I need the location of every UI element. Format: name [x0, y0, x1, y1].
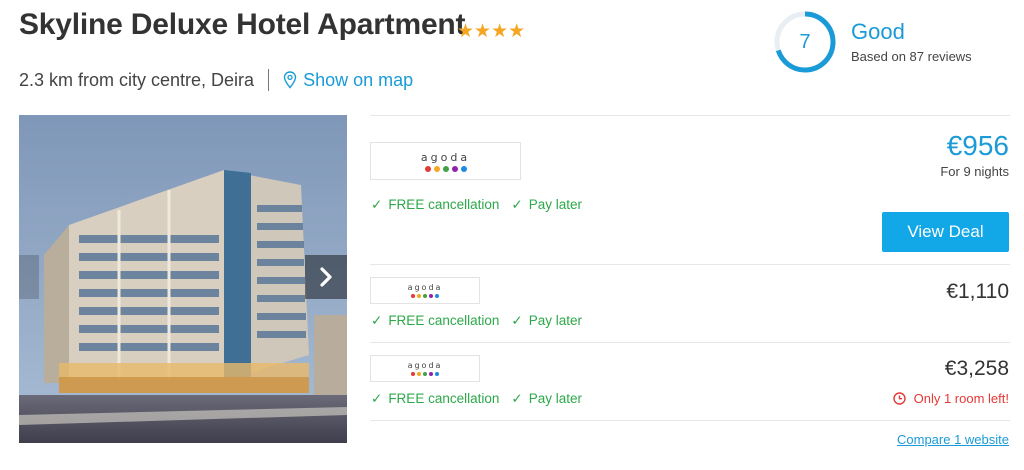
deal-price-main[interactable]: €956 — [947, 130, 1009, 162]
deal-features: ✓ FREE cancellation ✓ Pay later — [371, 391, 582, 407]
photo-next-button[interactable] — [305, 255, 347, 299]
deal-features: ✓ FREE cancellation ✓ Pay later — [371, 197, 582, 213]
chevron-right-icon — [320, 267, 332, 287]
availability-warning-text: Only 1 room left! — [913, 391, 1009, 406]
deal-price[interactable]: €3,258 — [945, 357, 1009, 381]
check-icon: ✓ — [511, 391, 523, 406]
provider-dots — [410, 294, 440, 298]
provider-logo-agoda[interactable]: agoda — [370, 142, 521, 180]
clock-icon — [892, 392, 906, 405]
dot — [423, 294, 427, 298]
feature-pay-later: Pay later — [528, 313, 582, 328]
dot — [411, 294, 415, 298]
hotel-meta: 2.3 km from city centre, Deira Show on m… — [19, 69, 413, 91]
provider-dots — [423, 165, 468, 172]
review-count: Based on 87 reviews — [851, 49, 972, 64]
provider-logo-agoda[interactable]: agoda — [370, 277, 480, 304]
dot — [451, 165, 458, 172]
provider-name: agoda — [407, 361, 443, 370]
hotel-photo[interactable] — [19, 115, 347, 443]
hotel-name: Skyline Deluxe Hotel Apartment — [19, 8, 466, 41]
rating-label: Good — [851, 19, 905, 44]
rating-score: 7 — [799, 31, 811, 53]
deal-divider — [370, 264, 1010, 265]
deal-price[interactable]: €1,110 — [946, 280, 1009, 304]
deal-price-note: For 9 nights — [940, 164, 1009, 179]
hotel-stars: ★★★★ — [457, 21, 526, 42]
dot — [417, 294, 421, 298]
show-on-map-link[interactable]: Show on map — [303, 70, 413, 91]
dot — [429, 294, 433, 298]
hotel-distance: 2.3 km from city centre, Deira — [19, 69, 255, 90]
check-icon: ✓ — [371, 313, 383, 328]
dot — [423, 372, 427, 376]
dot — [429, 372, 433, 376]
dot — [417, 372, 421, 376]
map-pin-icon[interactable] — [283, 71, 297, 89]
view-deal-button[interactable]: View Deal — [882, 212, 1009, 252]
check-icon: ✓ — [371, 391, 383, 406]
deal-divider — [370, 420, 1010, 421]
dot — [435, 372, 439, 376]
dot — [435, 294, 439, 298]
feature-pay-later: Pay later — [528, 197, 582, 212]
check-icon: ✓ — [371, 197, 383, 212]
deal-features: ✓ FREE cancellation ✓ Pay later — [371, 313, 582, 329]
provider-name: agoda — [407, 283, 443, 292]
meta-divider — [268, 69, 270, 91]
availability-warning: Only 1 room left! — [892, 391, 1009, 406]
feature-free-cancellation: FREE cancellation — [388, 313, 500, 328]
deal-divider — [370, 115, 1010, 116]
compare-websites-link[interactable]: Compare 1 website — [897, 432, 1009, 447]
feature-pay-later: Pay later — [528, 391, 582, 406]
dot — [460, 165, 467, 172]
provider-logo-agoda[interactable]: agoda — [370, 355, 480, 382]
check-icon: ✓ — [511, 313, 523, 328]
provider-dots — [410, 372, 440, 376]
dot — [433, 165, 440, 172]
feature-free-cancellation: FREE cancellation — [388, 197, 500, 212]
feature-free-cancellation: FREE cancellation — [388, 391, 500, 406]
provider-name: agoda — [420, 150, 471, 164]
dot — [424, 165, 431, 172]
photo-prev-area[interactable] — [19, 255, 39, 299]
check-icon: ✓ — [511, 197, 523, 212]
dot — [442, 165, 449, 172]
deal-divider — [370, 342, 1010, 343]
dot — [411, 372, 415, 376]
